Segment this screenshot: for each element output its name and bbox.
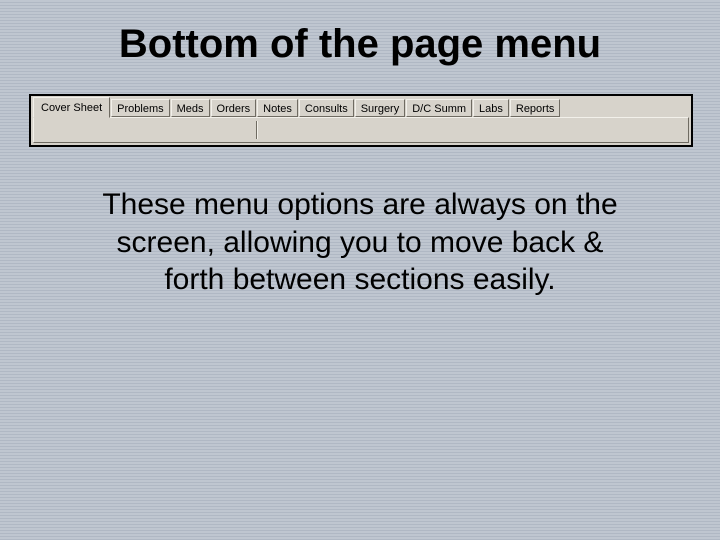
tab-dc-summ[interactable]: D/C Summ (406, 99, 472, 117)
tab-labs[interactable]: Labs (473, 99, 509, 117)
tab-reports[interactable]: Reports (510, 99, 561, 117)
slide-title: Bottom of the page menu (0, 22, 720, 67)
tab-notes[interactable]: Notes (257, 99, 298, 117)
tab-orders[interactable]: Orders (211, 99, 257, 117)
tab-consults[interactable]: Consults (299, 99, 354, 117)
slide-description: These menu options are always on the scr… (90, 186, 630, 299)
tab-strip: Cover Sheet Problems Meds Orders Notes C… (33, 97, 689, 118)
tab-problems[interactable]: Problems (111, 99, 169, 117)
tab-bar-screenshot: Cover Sheet Problems Meds Orders Notes C… (29, 94, 693, 147)
panel-divider (256, 121, 258, 139)
tab-panel (33, 117, 689, 143)
tab-surgery[interactable]: Surgery (355, 99, 406, 117)
tab-cover-sheet[interactable]: Cover Sheet (33, 97, 110, 118)
tab-meds[interactable]: Meds (171, 99, 210, 117)
